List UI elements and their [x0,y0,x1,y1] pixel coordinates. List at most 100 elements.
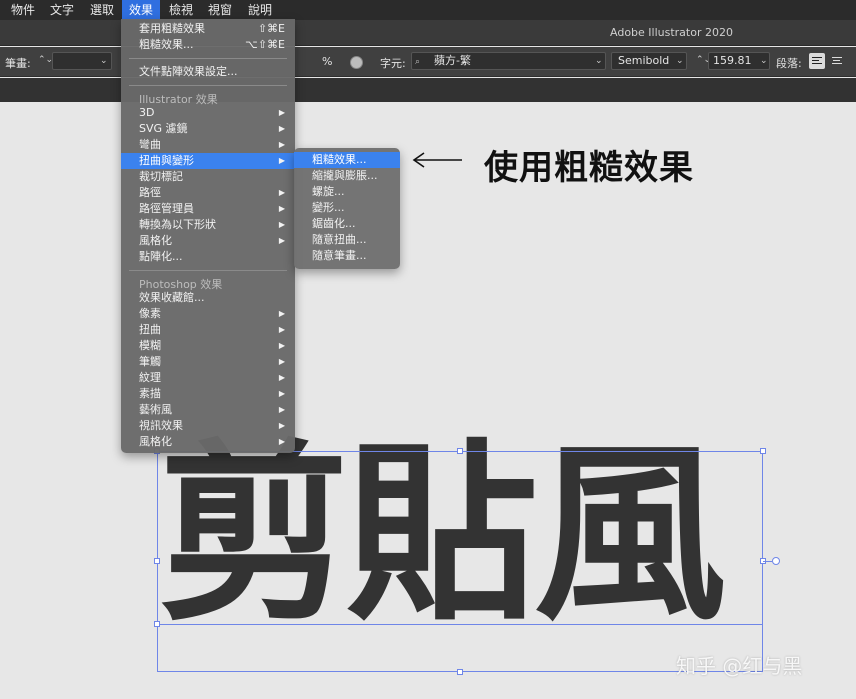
menu-effect[interactable]: 效果 [122,0,161,20]
menu-item-stylize[interactable]: 風格化 ▶ [121,233,295,249]
submenu-item-zig-zag[interactable]: 鋸齒化... [294,216,400,232]
paragraph-label: 段落: [776,57,802,70]
menu-item-sketch[interactable]: 素描 ▶ [121,386,295,402]
apply-last-effect-shortcut: ⇧⌘E [257,22,285,35]
submenu-arrow-icon: ▶ [278,421,285,430]
menu-item-svg-filters[interactable]: SVG 濾鏡 ▶ [121,121,295,137]
submenu-arrow-icon: ▶ [278,357,285,366]
submenu-item-free-distort[interactable]: 隨意扭曲... [294,232,400,248]
selection-bounding-box [157,451,763,672]
submenu-arrow-icon: ▶ [278,140,285,149]
menu-item-label: 素描 [139,387,161,400]
submenu-arrow-icon: ▶ [278,204,285,213]
chevron-down-icon[interactable]: ⌄ [676,56,684,66]
menu-item-video[interactable]: 視訊效果 ▶ [121,418,295,434]
menu-item-label: 轉換為以下形狀 [139,218,216,231]
menu-bar: 物件 文字 選取 效果 檢視 視窗 說明 [0,0,856,20]
menu-item-label: 像素 [139,307,161,320]
submenu-item-roughen[interactable]: 粗糙效果... [294,152,400,168]
submenu-arrow-icon: ▶ [278,325,285,334]
menu-item-artistic[interactable]: 藝術風 ▶ [121,402,295,418]
submenu-arrow-icon: ▶ [278,108,285,117]
menu-item-brush-strokes[interactable]: 筆觸 ▶ [121,354,295,370]
resize-handle[interactable] [154,558,160,564]
menu-help[interactable]: 說明 [241,0,279,20]
rotate-connector [763,561,772,562]
align-left-button[interactable] [809,53,825,69]
menu-item-path[interactable]: 路徑 ▶ [121,185,295,201]
menu-type[interactable]: 文字 [43,0,81,20]
annotation-text: 使用粗糙效果 [484,148,694,188]
apply-last-effect-item[interactable]: 套用粗糙效果 ⇧⌘E [121,21,295,37]
menu-item-pathfinder[interactable]: 路徑管理員 ▶ [121,201,295,217]
watermark: 知乎 @红与黑 [676,654,803,678]
last-effect-item[interactable]: 粗糙效果... ⌥⇧⌘E [121,37,295,53]
submenu-arrow-icon: ▶ [278,236,285,245]
last-effect-shortcut: ⌥⇧⌘E [245,38,285,51]
menu-item-label: 筆觸 [139,355,161,368]
text-baseline [157,624,763,625]
opacity-percent: % [322,55,333,68]
apply-last-effect-label: 套用粗糙效果 [139,22,205,35]
submenu-arrow-icon: ▶ [278,389,285,398]
resize-handle[interactable] [457,669,463,675]
menu-item-distort-transform[interactable]: 扭曲與變形 ▶ [121,153,295,169]
menu-item-label: SVG 濾鏡 [139,122,188,135]
stroke-label: 筆畫: [5,57,31,70]
menu-window[interactable]: 視窗 [201,0,239,20]
menu-item-distort[interactable]: 扭曲 ▶ [121,322,295,338]
submenu-arrow-icon: ▶ [278,309,285,318]
chevron-down-icon[interactable]: ⌄ [595,56,603,66]
submenu-item-scribble[interactable]: 隨意筆畫... [294,248,400,264]
menu-item-label: 視訊效果 [139,419,183,432]
menu-item-convert-shape[interactable]: 轉換為以下形狀 ▶ [121,217,295,233]
resize-handle[interactable] [154,621,160,627]
menu-item-label: 風格化 [139,234,172,247]
submenu-item-twist[interactable]: 螺旋... [294,184,400,200]
menu-item-texture[interactable]: 紋理 ▶ [121,370,295,386]
resize-handle[interactable] [760,448,766,454]
menu-item-label: 紋理 [139,371,161,384]
character-label: 字元: [380,57,406,70]
menu-item-blur[interactable]: 模糊 ▶ [121,338,295,354]
stroke-stepper-icon[interactable]: ⌃⌄ [38,55,53,65]
submenu-arrow-icon: ▶ [278,341,285,350]
resize-handle[interactable] [457,448,463,454]
menu-item-crop-marks[interactable]: 裁切標記 [121,169,295,185]
globe-icon[interactable] [350,56,363,69]
menu-item-stylize-ps[interactable]: 風格化 ▶ [121,434,295,450]
raster-settings-item[interactable]: 文件點陣效果設定... [121,64,295,80]
font-style-value: Semibold [618,54,670,67]
menu-item-label: 扭曲 [139,323,161,336]
menu-item-effect-gallery[interactable]: 效果收藏館... [121,290,295,306]
menu-view[interactable]: 檢視 [162,0,200,20]
window-title: Adobe Illustrator 2020 [610,26,733,39]
search-icon: ⌕ [415,57,421,67]
chevron-down-icon[interactable]: ⌄ [760,56,768,66]
submenu-item-pucker-bloat[interactable]: 縮攏與膨脹... [294,168,400,184]
submenu-arrow-icon: ▶ [278,188,285,197]
submenu-arrow-icon: ▶ [278,220,285,229]
menu-select[interactable]: 選取 [83,0,121,20]
menu-item-label: 模糊 [139,339,161,352]
menu-item-rasterize[interactable]: 點陣化... [121,249,295,265]
align-center-button[interactable] [829,53,845,69]
font-size-value: 159.81 [713,54,752,67]
font-family-field[interactable]: 蘋方-繁 [411,52,606,70]
menu-item-label: 3D [139,106,155,119]
menu-object[interactable]: 物件 [4,0,42,20]
chevron-down-icon[interactable]: ⌄ [100,56,108,66]
submenu-arrow-icon: ▶ [278,373,285,382]
submenu-arrow-icon: ▶ [278,405,285,414]
menu-item-label: 藝術風 [139,403,172,416]
menu-separator [129,270,287,271]
last-effect-label: 粗糙效果... [139,38,194,51]
menu-item-warp[interactable]: 彎曲 ▶ [121,137,295,153]
effect-menu: 套用粗糙效果 ⇧⌘E 粗糙效果... ⌥⇧⌘E 文件點陣效果設定... Illu… [121,19,295,453]
menu-item-pixelate[interactable]: 像素 ▶ [121,306,295,322]
menu-item-3d[interactable]: 3D ▶ [121,105,295,121]
submenu-item-transform[interactable]: 變形... [294,200,400,216]
submenu-arrow-icon: ▶ [278,124,285,133]
rotate-handle-icon[interactable] [772,557,780,565]
menu-separator [129,85,287,86]
